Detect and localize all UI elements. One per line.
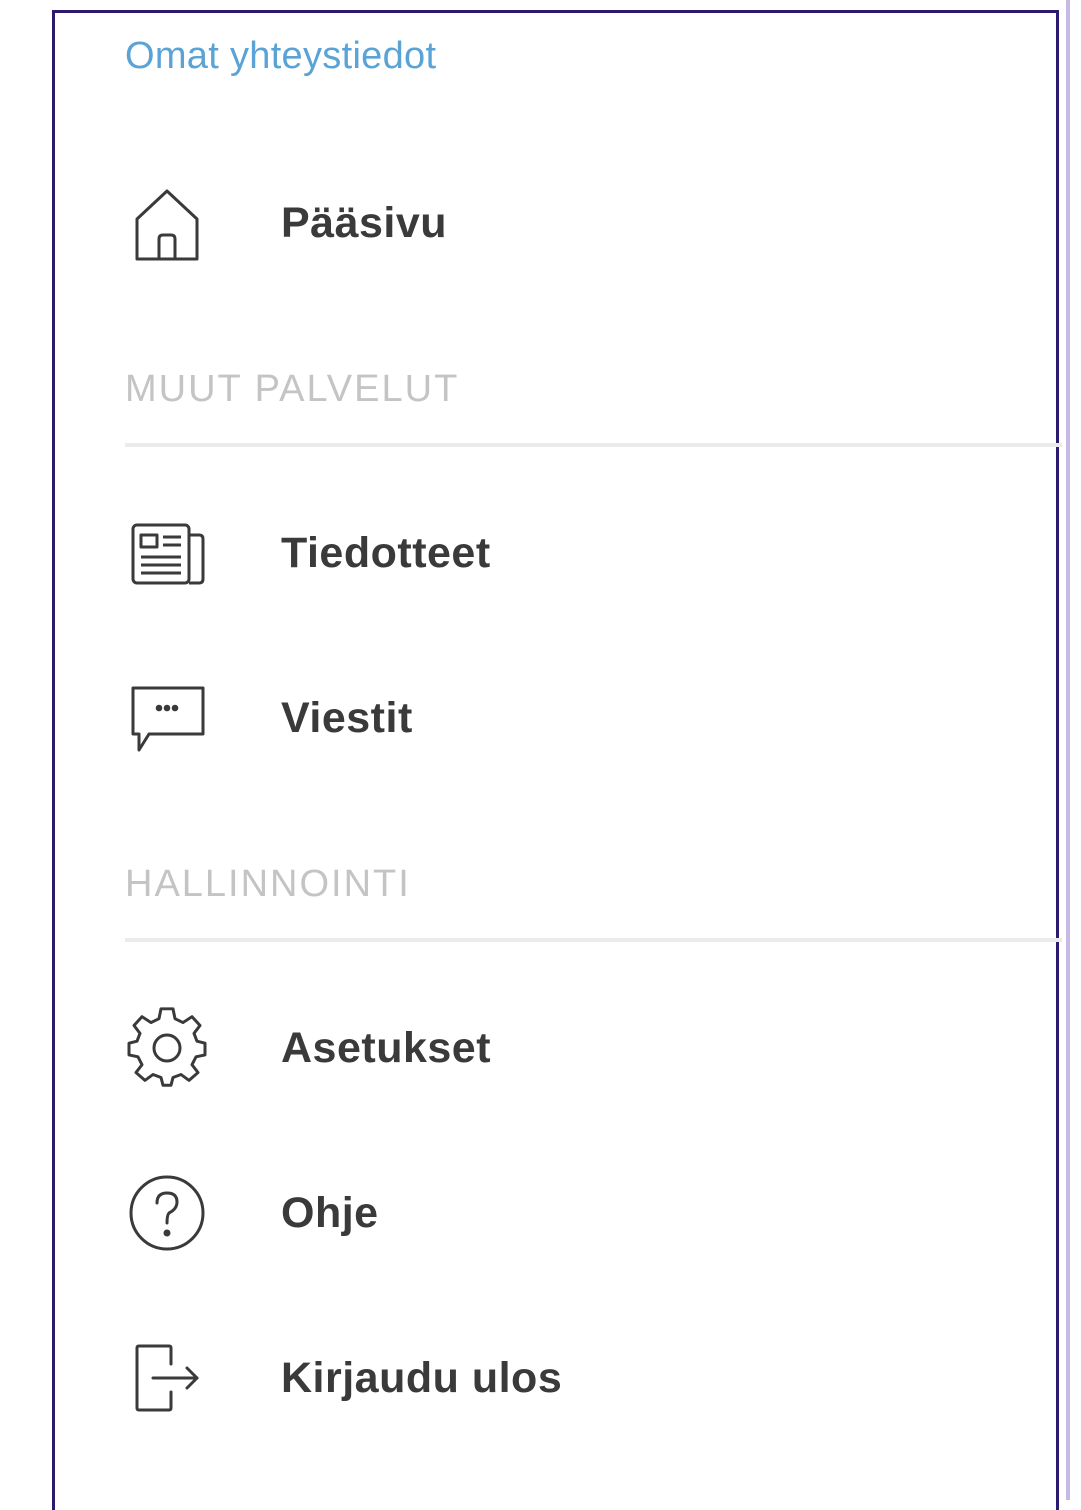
menu-item-home[interactable]: Pääsivu: [125, 168, 1005, 278]
side-menu: Omat yhteystiedot Pääsivu MUUT PALVELUT: [52, 10, 1062, 1510]
menu-item-label: Pääsivu: [281, 198, 448, 247]
section-divider: [125, 938, 1062, 942]
window-edge: [1066, 0, 1070, 1500]
menu-item-label: Tiedotteet: [281, 528, 491, 577]
profile-link[interactable]: Omat yhteystiedot: [125, 35, 436, 78]
menu-item-label: Viestit: [281, 693, 413, 742]
menu-item-tiedotteet[interactable]: Tiedotteet: [125, 498, 1005, 608]
gear-icon: [125, 1003, 215, 1093]
menu-item-label: Ohje: [281, 1188, 379, 1237]
home-icon: [125, 178, 215, 268]
menu-item-asetukset[interactable]: Asetukset: [125, 993, 1005, 1103]
menu-item-label: Kirjaudu ulos: [281, 1353, 563, 1402]
menu-item-label: Asetukset: [281, 1023, 492, 1072]
menu-item-kirjaudu-ulos[interactable]: Kirjaudu ulos: [125, 1323, 1005, 1433]
help-icon: [125, 1168, 215, 1258]
logout-icon: [125, 1333, 215, 1423]
menu-item-ohje[interactable]: Ohje: [125, 1158, 1005, 1268]
section-header-hallinnointi: HALLINNOINTI: [125, 863, 411, 905]
newspaper-icon: [125, 508, 215, 598]
menu-item-viestit[interactable]: Viestit: [125, 663, 1005, 773]
chat-bubble-icon: [125, 673, 215, 763]
section-header-muut-palvelut: MUUT PALVELUT: [125, 368, 460, 410]
section-divider: [125, 443, 1062, 447]
